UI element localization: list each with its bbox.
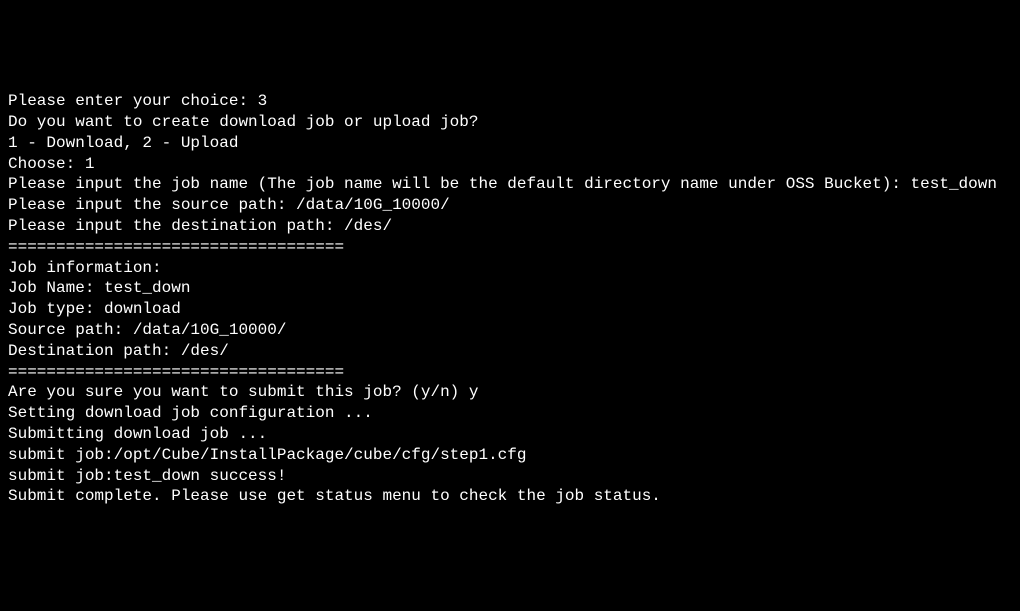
terminal-line: Job type: download [8,299,1012,320]
terminal-output[interactable]: Please enter your choice: 3Do you want t… [8,91,1012,507]
terminal-line: Submit complete. Please use get status m… [8,486,1012,507]
terminal-line: Setting download job configuration ... [8,403,1012,424]
terminal-line: Do you want to create download job or up… [8,112,1012,133]
terminal-line: =================================== [8,237,1012,258]
terminal-line: Please input the job name (The job name … [8,174,1012,195]
terminal-line: Are you sure you want to submit this job… [8,382,1012,403]
terminal-line: Source path: /data/10G_10000/ [8,320,1012,341]
terminal-line: Please enter your choice: 3 [8,91,1012,112]
terminal-line: Please input the source path: /data/10G_… [8,195,1012,216]
terminal-line: Choose: 1 [8,154,1012,175]
terminal-line: Submitting download job ... [8,424,1012,445]
terminal-line: submit job:/opt/Cube/InstallPackage/cube… [8,445,1012,466]
terminal-line: Please input the destination path: /des/ [8,216,1012,237]
terminal-line: Job information: [8,258,1012,279]
terminal-line: Destination path: /des/ [8,341,1012,362]
terminal-line: 1 - Download, 2 - Upload [8,133,1012,154]
terminal-line: Job Name: test_down [8,278,1012,299]
terminal-line: =================================== [8,362,1012,383]
terminal-line: submit job:test_down success! [8,466,1012,487]
